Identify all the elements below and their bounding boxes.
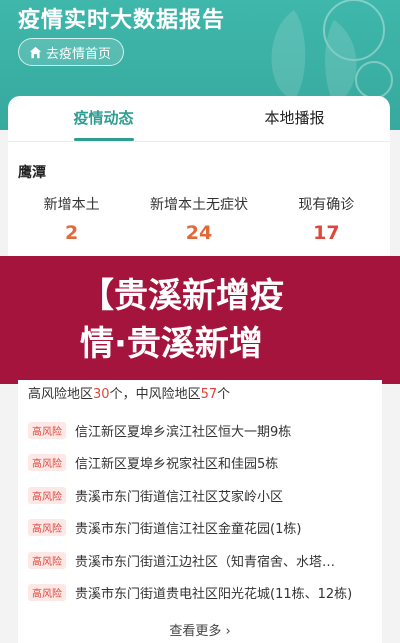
headline-banner: 【贵溪新增疫 情·贵溪新增	[0, 256, 400, 384]
list-item[interactable]: 高风险 信江新区夏埠乡滨江社区恒大一期9栋	[28, 414, 378, 447]
go-home-button[interactable]: 去疫情首页	[18, 38, 125, 66]
high-risk-badge: 高风险	[28, 551, 66, 569]
risk-area-text: 信江新区夏埠乡滨江社区恒大一期9栋	[75, 424, 292, 440]
high-risk-count: 30	[93, 387, 110, 402]
mid-risk-count: 57	[200, 387, 218, 402]
stat-new-asymptomatic: 新增本土无症状 24	[135, 194, 262, 244]
high-risk-label: 高风险地区	[28, 387, 94, 402]
stat-current-confirmed: 现有确诊 17	[263, 194, 390, 244]
mid-risk-label: 中风险地区	[135, 387, 201, 402]
home-icon	[29, 46, 42, 58]
high-risk-badge: 高风险	[28, 486, 66, 504]
high-risk-badge: 高风险	[28, 584, 66, 602]
tab-epidemic-news[interactable]: 疫情动态	[8, 96, 199, 141]
stat-value: 2	[65, 222, 79, 244]
risk-area-text: 贵溪市东门街道信江社区金童花园(1栋)	[75, 522, 302, 538]
list-item[interactable]: 高风险 贵溪市东门街道江边社区（知青宿舍、水塔…	[28, 544, 378, 577]
stat-value: 24	[185, 222, 213, 244]
list-item[interactable]: 高风险 贵溪市东门街道信江社区艾家岭小区	[28, 479, 378, 512]
stat-value: 17	[313, 222, 340, 244]
high-risk-badge: 高风险	[28, 519, 66, 537]
tab-bar: 疫情动态 本地播报	[8, 96, 390, 142]
risk-summary: 高风险地区30个，中风险地区57个	[28, 383, 230, 402]
unit-label: 个	[217, 387, 231, 402]
see-more-label: 查看更多	[169, 624, 222, 639]
see-more-link[interactable]: 查看更多 ›	[18, 620, 382, 639]
tab-local-broadcast[interactable]: 本地播报	[199, 96, 390, 141]
list-item[interactable]: 高风险 信江新区夏埠乡祝家社区和佳园5栋	[28, 447, 378, 480]
risk-area-text: 贵溪市东门街道信江社区艾家岭小区	[75, 489, 284, 505]
high-risk-badge: 高风险	[28, 454, 66, 472]
stat-label: 现有确诊	[298, 197, 355, 213]
risk-list: 高风险 信江新区夏埠乡滨江社区恒大一期9栋 高风险 信江新区夏埠乡祝家社区和佳园…	[28, 414, 378, 609]
stat-label: 新增本土无症状	[149, 197, 248, 213]
stat-label: 新增本土	[43, 197, 100, 213]
list-item[interactable]: 高风险 贵溪市东门街道信江社区金童花园(1栋)	[28, 512, 378, 545]
headline-line-2: 情·贵溪新增	[80, 324, 263, 364]
unit-label: 个，	[109, 387, 136, 402]
headline-line-1: 【贵溪新增疫	[80, 276, 284, 316]
chevron-right-icon: ›	[225, 624, 231, 639]
go-home-label: 去疫情首页	[46, 46, 112, 62]
risk-area-text: 信江新区夏埠乡祝家社区和佳园5栋	[75, 457, 279, 473]
stats-card: 疫情动态 本地播报 鹰潭 新增本土 2 新增本土无症状 24 现有确诊 17	[8, 96, 390, 266]
stats-row: 新增本土 2 新增本土无症状 24 现有确诊 17	[8, 194, 390, 244]
risk-area-text: 贵溪市东门街道贵电社区阳光花城(11栋、12栋)	[75, 587, 353, 603]
high-risk-badge: 高风险	[28, 421, 66, 439]
city-name: 鹰潭	[18, 165, 46, 181]
list-item[interactable]: 高风险 贵溪市东门街道贵电社区阳光花城(11栋、12栋)	[28, 577, 378, 610]
stat-new-local: 新增本土 2	[8, 194, 135, 244]
headline-text: 【贵溪新增疫 情·贵溪新增	[80, 272, 380, 368]
risk-area-card: 高风险地区30个，中风险地区57个 高风险 信江新区夏埠乡滨江社区恒大一期9栋 …	[18, 380, 382, 643]
page-title: 疫情实时大数据报告	[18, 8, 226, 33]
risk-area-text: 贵溪市东门街道江边社区（知青宿舍、水塔…	[75, 554, 336, 570]
